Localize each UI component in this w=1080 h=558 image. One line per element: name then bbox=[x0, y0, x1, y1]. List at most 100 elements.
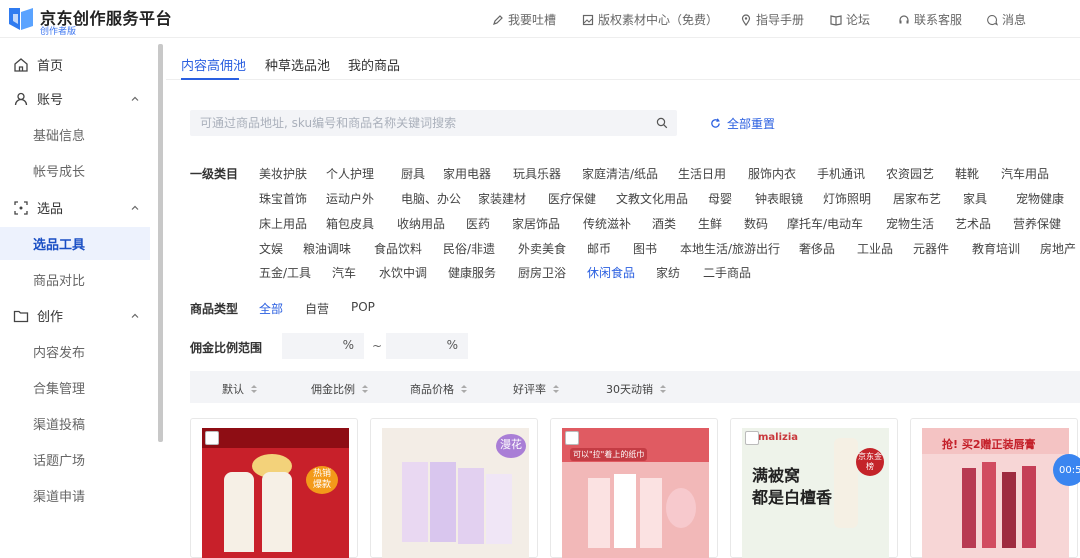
category-item[interactable]: 五金/工具 bbox=[259, 264, 311, 281]
commission-min-input[interactable]: % bbox=[282, 333, 364, 359]
sidebar-item-selection-tool[interactable]: 选品工具 bbox=[0, 227, 150, 260]
category-item[interactable]: 玩具乐器 bbox=[513, 165, 561, 182]
category-item[interactable]: 厨房卫浴 bbox=[518, 264, 566, 281]
category-item[interactable]: 灯饰照明 bbox=[823, 190, 871, 207]
nav-copyright-center[interactable]: 版权素材中心（免费） bbox=[582, 11, 718, 28]
reset-all-button[interactable]: 全部重置 bbox=[710, 115, 775, 132]
category-item[interactable]: 服饰内衣 bbox=[748, 165, 796, 182]
sidebar-item-home[interactable]: 首页 bbox=[0, 48, 150, 81]
sidebar-item-collection-manage[interactable]: 合集管理 bbox=[0, 371, 150, 404]
category-item[interactable]: 收纳用品 bbox=[397, 215, 445, 232]
sidebar-item-content-publish[interactable]: 内容发布 bbox=[0, 335, 150, 368]
category-item[interactable]: 数码 bbox=[744, 215, 768, 232]
product-card[interactable]: 抢! 买2赠正装唇膏 bbox=[910, 418, 1078, 558]
category-item[interactable]: 休闲食品 bbox=[587, 264, 635, 281]
category-item[interactable]: 钟表眼镜 bbox=[755, 190, 803, 207]
tab-grass-pool[interactable]: 种草选品池 bbox=[265, 55, 330, 74]
category-item[interactable]: 健康服务 bbox=[448, 264, 496, 281]
category-item[interactable]: 图书 bbox=[633, 240, 657, 257]
sidebar-scrollbar[interactable] bbox=[158, 44, 163, 442]
category-item[interactable]: 厨具 bbox=[401, 165, 425, 182]
product-checkbox[interactable] bbox=[565, 431, 579, 445]
category-item[interactable]: 汽车用品 bbox=[1001, 165, 1049, 182]
category-item[interactable]: 医疗保健 bbox=[548, 190, 596, 207]
category-item[interactable]: 教育培训 bbox=[972, 240, 1020, 257]
type-option-self[interactable]: 自营 bbox=[305, 300, 329, 317]
nav-support[interactable]: 联系客服 bbox=[898, 11, 962, 28]
category-item[interactable]: 母婴 bbox=[708, 190, 732, 207]
category-item[interactable]: 摩托车/电动车 bbox=[787, 215, 863, 232]
category-item[interactable]: 床上用品 bbox=[259, 215, 307, 232]
category-item[interactable]: 家庭清洁/纸品 bbox=[582, 165, 658, 182]
category-item[interactable]: 工业品 bbox=[857, 240, 893, 257]
type-option-pop[interactable]: POP bbox=[351, 300, 375, 314]
category-item[interactable]: 美妆护肤 bbox=[259, 165, 307, 182]
nav-guide[interactable]: 指导手册 bbox=[740, 11, 804, 28]
category-item[interactable]: 食品饮料 bbox=[374, 240, 422, 257]
sidebar-item-account[interactable]: 账号 bbox=[0, 82, 150, 115]
category-item[interactable]: 个人护理 bbox=[326, 165, 374, 182]
category-item[interactable]: 文娱 bbox=[259, 240, 283, 257]
category-item[interactable]: 酒类 bbox=[652, 215, 676, 232]
category-item[interactable]: 家用电器 bbox=[443, 165, 491, 182]
nav-messages[interactable]: 消息 bbox=[986, 11, 1026, 28]
type-option-all[interactable]: 全部 bbox=[259, 300, 283, 317]
category-item[interactable]: 居家布艺 bbox=[893, 190, 941, 207]
category-item[interactable]: 电脑、办公 bbox=[401, 190, 461, 207]
tab-high-commission-pool[interactable]: 内容高佣池 bbox=[181, 55, 246, 74]
category-item[interactable]: 艺术品 bbox=[955, 215, 991, 232]
chevron-up-icon[interactable] bbox=[130, 311, 140, 321]
category-item[interactable]: 民俗/非遗 bbox=[443, 240, 495, 257]
product-checkbox[interactable] bbox=[745, 431, 759, 445]
category-item[interactable]: 手机通讯 bbox=[817, 165, 865, 182]
category-item[interactable]: 宠物健康 bbox=[1016, 190, 1064, 207]
sidebar-item-topic-square[interactable]: 话题广场 bbox=[0, 443, 150, 476]
search-input[interactable] bbox=[200, 114, 640, 132]
nav-feedback[interactable]: 我要吐槽 bbox=[492, 11, 556, 28]
sort-rating[interactable]: 好评率 bbox=[513, 381, 560, 397]
category-item[interactable]: 本地生活/旅游出行 bbox=[680, 240, 780, 257]
chevron-up-icon[interactable] bbox=[130, 203, 140, 213]
category-item[interactable]: 鞋靴 bbox=[955, 165, 979, 182]
category-item[interactable]: 箱包皮具 bbox=[326, 215, 374, 232]
category-item[interactable]: 房地产 bbox=[1040, 240, 1076, 257]
category-item[interactable]: 宠物生活 bbox=[886, 215, 934, 232]
search-icon[interactable] bbox=[656, 117, 668, 129]
category-item[interactable]: 家居饰品 bbox=[512, 215, 560, 232]
category-item[interactable]: 粮油调味 bbox=[303, 240, 351, 257]
tab-my-products[interactable]: 我的商品 bbox=[348, 55, 400, 74]
sidebar-item-selection[interactable]: 选品 bbox=[0, 191, 150, 224]
category-item[interactable]: 水饮中调 bbox=[379, 264, 427, 281]
sidebar-item-channel-submit[interactable]: 渠道投稿 bbox=[0, 407, 150, 440]
chevron-up-icon[interactable] bbox=[130, 94, 140, 104]
sort-price[interactable]: 商品价格 bbox=[410, 381, 468, 397]
commission-max-input[interactable]: % bbox=[386, 333, 468, 359]
product-card[interactable]: 可以"拉"着上的纸巾 bbox=[550, 418, 718, 558]
category-item[interactable]: 奢侈品 bbox=[799, 240, 835, 257]
sidebar-item-basic-info[interactable]: 基础信息 bbox=[0, 118, 150, 151]
product-card[interactable]: 漫花 bbox=[370, 418, 538, 558]
category-item[interactable]: 运动户外 bbox=[326, 190, 374, 207]
category-item[interactable]: 生活日用 bbox=[678, 165, 726, 182]
category-item[interactable]: 营养保健 bbox=[1013, 215, 1061, 232]
category-item[interactable]: 家具 bbox=[963, 190, 987, 207]
category-item[interactable]: 邮币 bbox=[587, 240, 611, 257]
category-item[interactable]: 医药 bbox=[466, 215, 490, 232]
category-item[interactable]: 家纺 bbox=[656, 264, 680, 281]
category-item[interactable]: 传统滋补 bbox=[583, 215, 631, 232]
category-item[interactable]: 家装建材 bbox=[478, 190, 526, 207]
sidebar-item-product-compare[interactable]: 商品对比 bbox=[0, 263, 150, 296]
nav-forum[interactable]: 论坛 bbox=[830, 11, 870, 28]
category-item[interactable]: 文教文化用品 bbox=[616, 190, 688, 207]
category-item[interactable]: 珠宝首饰 bbox=[259, 190, 307, 207]
sidebar-item-create[interactable]: 创作 bbox=[0, 299, 150, 332]
sort-commission[interactable]: 佣金比例 bbox=[311, 381, 369, 397]
category-item[interactable]: 元器件 bbox=[913, 240, 949, 257]
sidebar-item-channel-apply[interactable]: 渠道申请 bbox=[0, 479, 150, 512]
category-item[interactable]: 外卖美食 bbox=[518, 240, 566, 257]
product-card[interactable]: malizia 满被窝 都是白檀香 京东金榜 bbox=[730, 418, 898, 558]
floating-timer-badge[interactable]: 00:5 bbox=[1053, 454, 1080, 486]
category-item[interactable]: 农资园艺 bbox=[886, 165, 934, 182]
sort-default[interactable]: 默认 bbox=[222, 381, 258, 397]
category-item[interactable]: 生鲜 bbox=[698, 215, 722, 232]
